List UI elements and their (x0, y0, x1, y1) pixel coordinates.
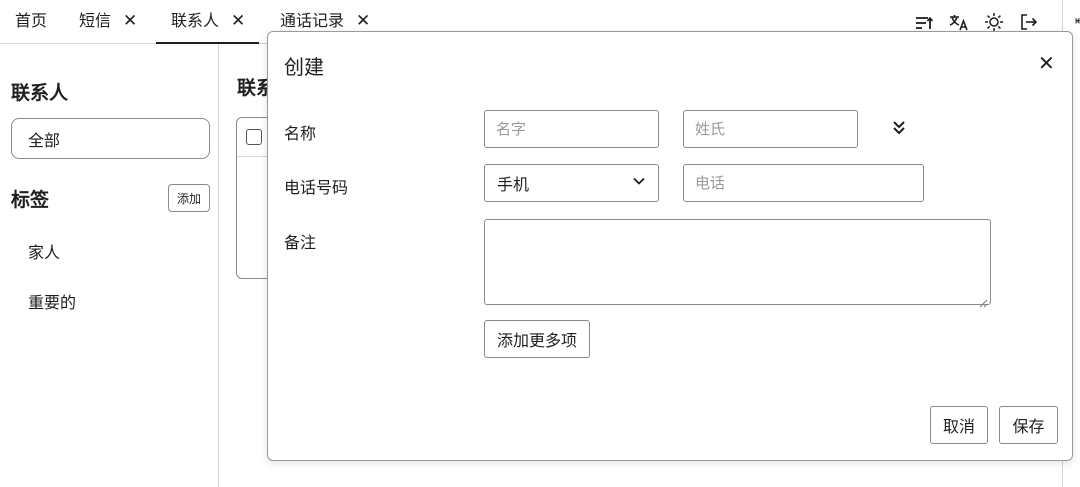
name-label: 名称 (284, 124, 317, 143)
sidebar-item-important[interactable]: 重要的 (28, 289, 76, 313)
sort-icon[interactable] (914, 12, 934, 32)
close-icon[interactable]: ✕ (356, 11, 370, 31)
sidebar-item-all[interactable]: 全部 (11, 118, 210, 159)
tab-sms[interactable]: 短信 ✕ (79, 0, 137, 44)
resize-grip-icon[interactable] (979, 293, 988, 308)
phone-type-value: 手机 (497, 175, 530, 194)
add-tag-button[interactable]: 添加 (168, 184, 210, 212)
create-contact-dialog: 创建 ✕ 名称 电话号码 手机 备注 添加更多项 取消 保存 (267, 31, 1073, 461)
first-name-input[interactable] (484, 110, 659, 148)
close-icon[interactable]: ✕ (1038, 52, 1055, 74)
tab-home[interactable]: 首页 (15, 0, 47, 44)
chevron-down-icon (632, 173, 646, 192)
translate-icon[interactable] (949, 12, 969, 32)
phone-type-select[interactable]: 手机 (484, 164, 659, 202)
sidebar: 联系人 全部 标签 添加 家人 重要的 (0, 44, 219, 487)
note-textarea[interactable] (484, 219, 991, 308)
dialog-title: 创建 (284, 55, 324, 79)
save-button[interactable]: 保存 (999, 406, 1058, 444)
last-name-input[interactable] (683, 110, 858, 148)
phone-label: 电话号码 (284, 178, 349, 197)
sidebar-title: 联系人 (11, 82, 69, 104)
cancel-button[interactable]: 取消 (930, 406, 988, 444)
tab-label: 通话记录 (280, 11, 345, 30)
theme-sun-icon[interactable] (984, 12, 1004, 32)
note-label: 备注 (284, 233, 317, 252)
logout-icon[interactable] (1019, 12, 1039, 32)
tab-label: 首页 (15, 11, 48, 30)
close-icon[interactable]: ✕ (231, 11, 245, 31)
close-icon[interactable]: ✕ (123, 11, 137, 31)
select-all-checkbox[interactable] (246, 129, 262, 145)
tab-label: 短信 (79, 11, 112, 30)
expand-fields-icon[interactable] (890, 118, 908, 138)
phone-input[interactable] (683, 164, 924, 202)
tab-label: 联系人 (171, 11, 220, 30)
tab-contacts[interactable]: 联系人 ✕ (156, 0, 260, 44)
sidebar-item-family[interactable]: 家人 (28, 239, 60, 263)
add-more-fields-button[interactable]: 添加更多项 (484, 320, 590, 358)
panel-collapse-icon[interactable]: ⇤ (1075, 14, 1080, 29)
tags-heading: 标签 (11, 189, 50, 211)
